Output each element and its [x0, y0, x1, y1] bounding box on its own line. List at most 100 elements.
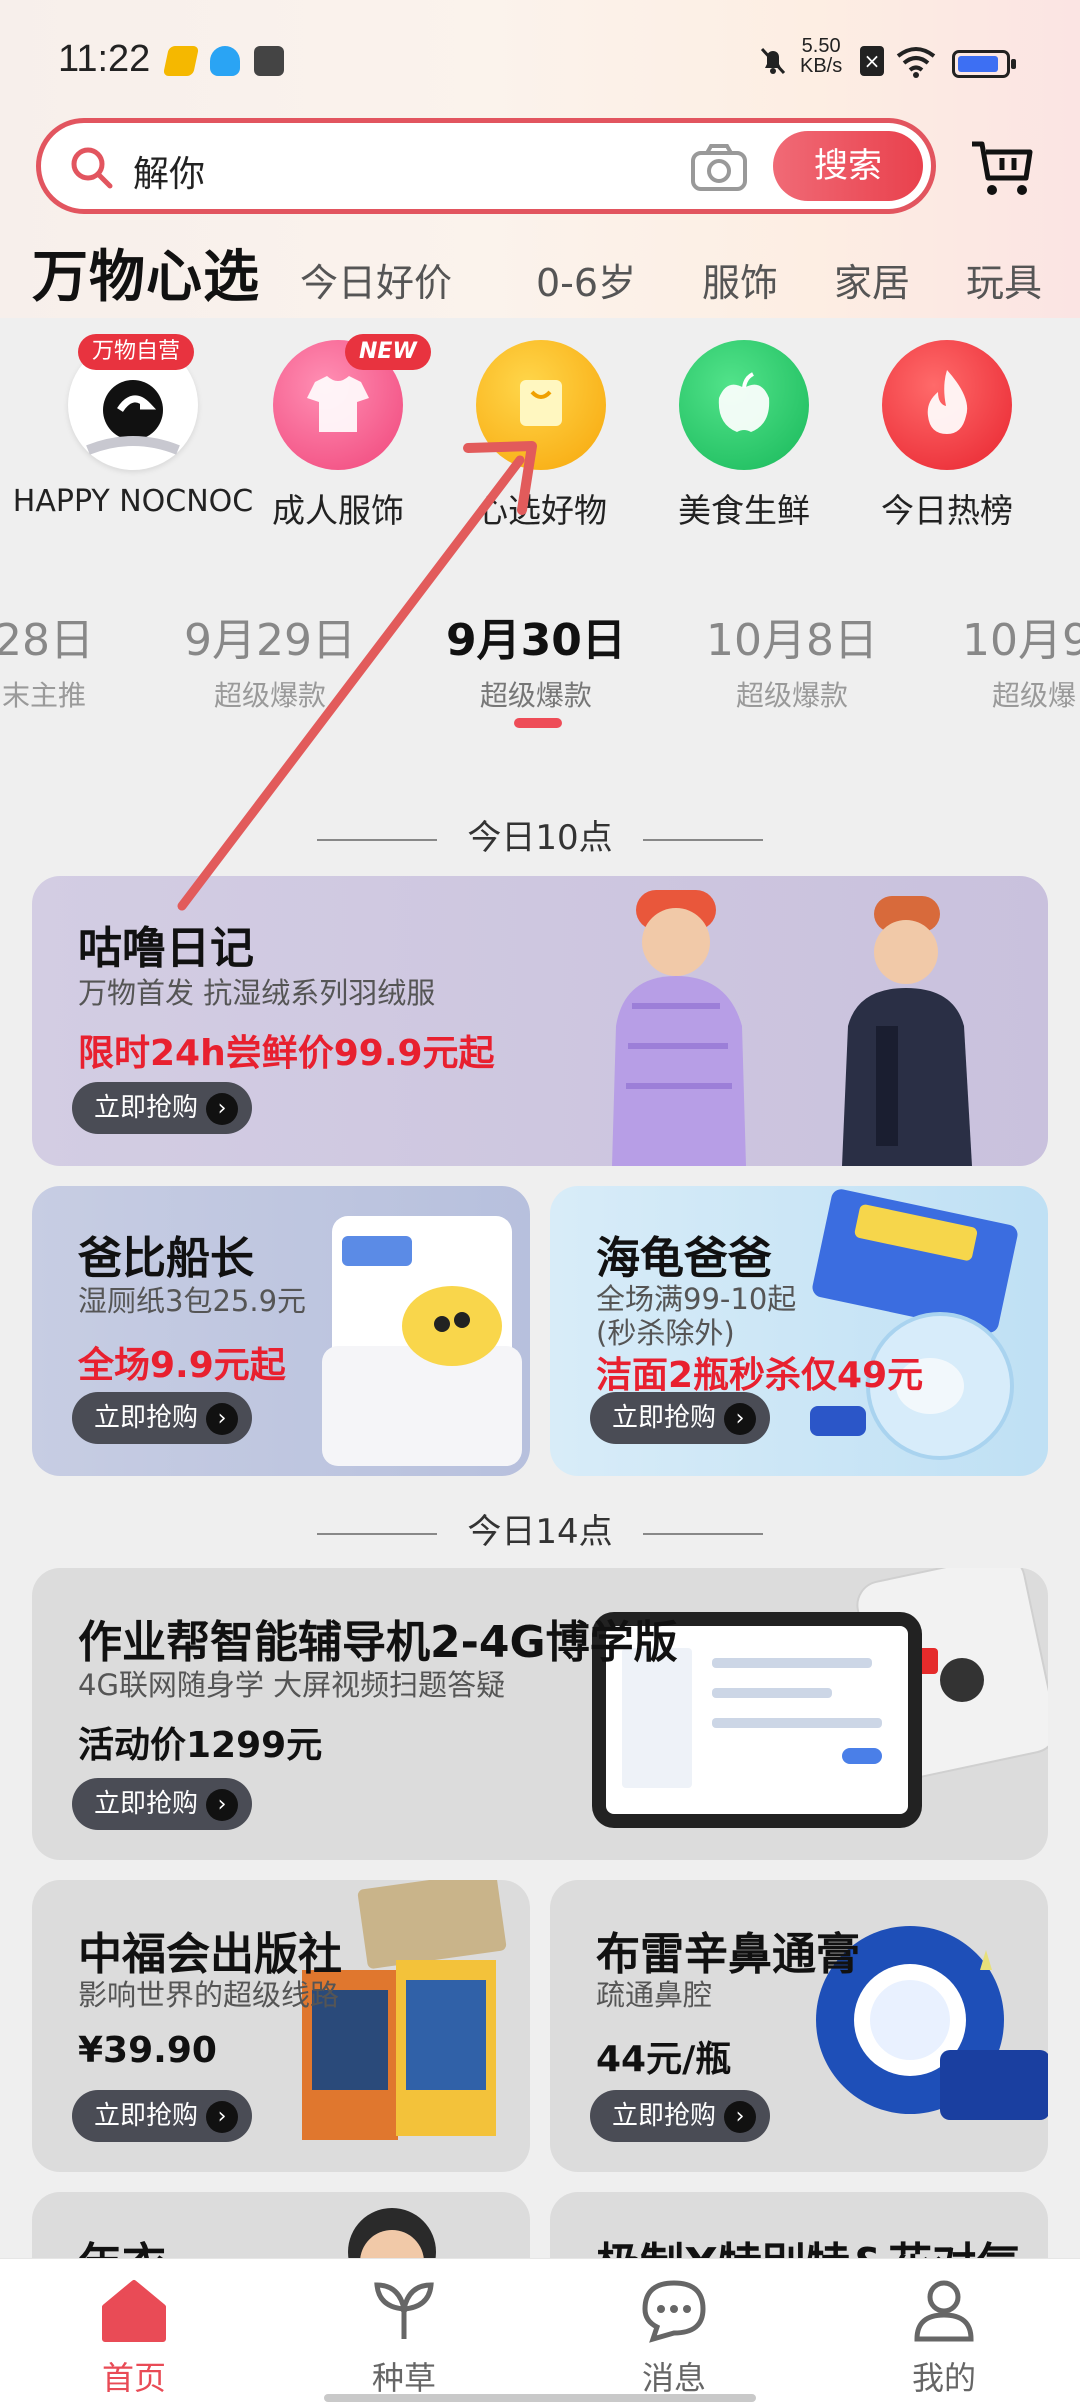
arrow-right-icon: ›: [206, 1092, 239, 1125]
nav-label: 种草: [371, 2359, 436, 2397]
nav-discover[interactable]: 种草: [324, 2277, 484, 2399]
chat-bubble-icon: [642, 2280, 706, 2343]
category-hot-list[interactable]: 今日热榜: [852, 340, 1042, 532]
cta-label: 立即抢购: [94, 2101, 199, 2131]
promo-card-zuoyebang[interactable]: 作业帮智能辅导机2-4G博学版 4G联网随身学 大屏视频扫题答疑 活动价1299…: [32, 1568, 1048, 1860]
camera-icon[interactable]: [689, 141, 749, 195]
brand-logo[interactable]: 万物心选: [32, 232, 260, 313]
sim-off-icon: ×: [860, 46, 884, 76]
qq-app-icon: [210, 46, 240, 76]
nav-messages[interactable]: 消息: [594, 2277, 754, 2399]
battery-icon: [952, 50, 1016, 78]
status-bar: 11:22 5.50 KB/s ×: [0, 30, 1080, 96]
category-selected-goods[interactable]: 心选好物: [446, 340, 636, 532]
promo-card-haigui[interactable]: 海龟爸爸 全场满99-10起 (秒杀除外) 洁面2瓶秒杀仅49元 立即抢购 ›: [550, 1186, 1048, 1476]
nav-label: 我的: [911, 2359, 976, 2397]
date-tab-0930[interactable]: 9月30日 超级爆款: [446, 604, 626, 714]
nav-home[interactable]: 首页: [54, 2277, 214, 2399]
search-input[interactable]: 解你: [133, 145, 205, 197]
category-adult-apparel[interactable]: NEW 成人服饰: [243, 334, 433, 532]
home-indicator[interactable]: [324, 2394, 756, 2402]
net-speed-unit: KB/s: [800, 55, 843, 77]
tab-toys[interactable]: 玩具: [966, 252, 1042, 307]
date-text: 10月8日: [706, 615, 878, 666]
category-label: 心选好物: [475, 491, 607, 530]
card-price: 44元/瓶: [596, 2039, 732, 2080]
card-subtitle: 影响世界的超级线路: [78, 1978, 340, 2012]
buy-now-button[interactable]: 立即抢购 ›: [72, 1082, 253, 1134]
divider: [317, 1532, 438, 1535]
status-time: 11:22: [58, 38, 151, 80]
tab-today-deals[interactable]: 今日好价: [300, 252, 452, 307]
cart-icon[interactable]: [968, 138, 1038, 200]
arrow-right-icon: ›: [206, 1402, 239, 1435]
date-tab-0929[interactable]: 9月29日 超级爆款: [184, 604, 356, 714]
cta-label: 立即抢购: [94, 1789, 199, 1819]
card-price: 全场9.9元起: [78, 1345, 286, 1386]
buy-now-button[interactable]: 立即抢购 ›: [72, 1392, 253, 1444]
category-happy-nocnoc[interactable]: 万物自营 HAPPY NOCNOC: [13, 334, 253, 519]
promo-card-zhongfu[interactable]: 中福会出版社 影响世界的超级线路 ¥39.90 立即抢购 ›: [32, 1880, 530, 2172]
nav-profile[interactable]: 我的: [864, 2277, 1024, 2399]
card-subtitle: 4G联网随身学 大屏视频扫题答疑: [78, 1668, 506, 1702]
date-tab-1009[interactable]: 10月9 超级爆: [962, 604, 1080, 714]
bag-shape: [520, 380, 562, 426]
home-icon: [102, 2280, 166, 2342]
arrow-right-icon: ›: [206, 1788, 239, 1821]
face-wash-product-image: [810, 1189, 1018, 1460]
section-header-10am: 今日10点: [0, 810, 1080, 859]
date-tab-28[interactable]: 28日 末主推: [0, 604, 94, 714]
tshirt-icon: NEW: [273, 334, 431, 470]
promo-card-bulei[interactable]: 布雷辛鼻通膏 疏通鼻腔 44元/瓶 立即抢购 ›: [550, 1880, 1048, 2172]
arrow-right-icon: ›: [724, 2100, 757, 2133]
kids-product-image: [612, 890, 972, 1166]
category-label: 成人服饰: [272, 491, 404, 530]
promo-card-babi[interactable]: 爸比船长 湿厕纸3包25.9元 全场9.9元起 立即抢购 ›: [32, 1186, 530, 1476]
apple-shape: [718, 372, 770, 432]
search-bar[interactable]: 解你 搜索: [36, 118, 936, 214]
buy-now-button[interactable]: 立即抢购 ›: [72, 2090, 253, 2142]
arrow-right-icon: ›: [724, 1402, 757, 1435]
card-price: 活动价1299元: [78, 1725, 323, 1766]
card-price: 限时24h尝鲜价99.9元起: [78, 1033, 495, 1074]
promo-card-gulu[interactable]: 咕噜日记 万物首发 抗湿绒系列羽绒服 限时24h尝鲜价99.9元起 立即抢购 ›: [32, 876, 1048, 1166]
card-title: 爸比船长: [78, 1233, 254, 1284]
active-date-indicator: [514, 718, 562, 728]
card-price: ¥39.90: [78, 2030, 217, 2071]
tab-home[interactable]: 家居: [834, 252, 910, 307]
flame-shape: [927, 370, 968, 434]
cta-label: 立即抢购: [94, 1403, 199, 1433]
cta-label: 立即抢购: [94, 1093, 199, 1123]
buy-now-button[interactable]: 立即抢购 ›: [590, 2090, 771, 2142]
date-text: 9月30日: [446, 615, 626, 666]
arrow-right-icon: ›: [206, 2100, 239, 2133]
category-label: 今日热榜: [881, 491, 1013, 530]
cta-label: 立即抢购: [612, 2101, 717, 2131]
date-subtitle: 超级爆款: [735, 679, 848, 712]
category-food-fresh[interactable]: 美食生鲜: [649, 340, 839, 532]
tab-age-0-6[interactable]: 0-6岁: [536, 252, 636, 307]
wallet-app-icon: [254, 46, 284, 76]
date-tab-1008[interactable]: 10月8日 超级爆款: [706, 604, 878, 714]
divider: [642, 1532, 763, 1535]
buy-now-button[interactable]: 立即抢购 ›: [590, 1392, 771, 1444]
wifi-icon: [896, 47, 936, 78]
shopping-bag-icon: [476, 340, 606, 470]
buy-now-button[interactable]: 立即抢购 ›: [72, 1778, 253, 1830]
date-subtitle: 末主推: [1, 679, 86, 712]
search-button[interactable]: 搜索: [773, 131, 923, 201]
user-icon: [914, 2280, 974, 2342]
nav-label: 首页: [101, 2359, 166, 2397]
nav-label: 消息: [641, 2359, 706, 2397]
date-text: 10月9: [962, 615, 1080, 666]
category-label: 美食生鲜: [678, 491, 810, 530]
divider: [642, 838, 763, 841]
date-subtitle: 超级爆: [992, 679, 1077, 712]
flame-icon: [882, 340, 1012, 470]
tab-apparel[interactable]: 服饰: [702, 252, 778, 307]
net-speed-value: 5.50: [801, 35, 841, 57]
card-subtitle: 疏通鼻腔: [596, 1978, 713, 2012]
mute-bell-icon: [760, 47, 786, 75]
date-text: 28日: [0, 615, 94, 666]
notes-app-icon: [162, 46, 200, 76]
